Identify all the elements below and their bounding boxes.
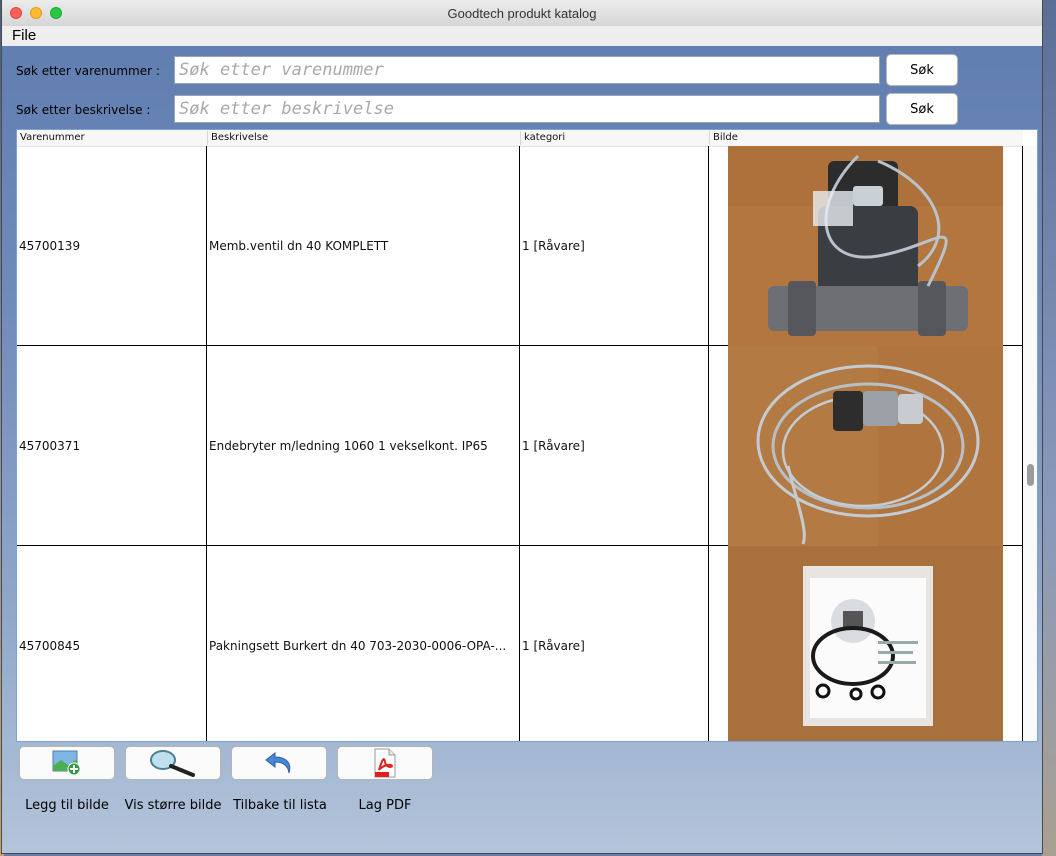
cell-bilde: [709, 146, 1023, 346]
table-body: 45700139 Memb.ventil dn 40 KOMPLETT 1 [R…: [17, 146, 1023, 741]
table-row[interactable]: 45700139 Memb.ventil dn 40 KOMPLETT 1 [R…: [17, 146, 1023, 346]
back-to-list-label: Tilbake til lista: [233, 798, 327, 813]
column-header-kategori[interactable]: kategori: [520, 131, 709, 145]
search-beskrivelse-input[interactable]: [174, 95, 880, 123]
desktop-background-right: [1042, 0, 1056, 856]
table-row[interactable]: 45700371 Endebryter m/ledning 1060 1 vek…: [17, 345, 1023, 546]
cell-kategori: 1 [Råvare]: [520, 146, 709, 346]
add-image-button[interactable]: [19, 746, 115, 780]
search-varenummer-input[interactable]: [174, 56, 880, 84]
create-pdf-label: Lag PDF: [358, 798, 412, 813]
cell-varenummer: 45700139: [17, 146, 207, 346]
column-header-beskrivelse[interactable]: Beskrivelse: [207, 131, 520, 145]
app-window: Goodtech produkt katalog File Søk etter …: [2, 0, 1042, 853]
table-header: Varenummer Beskrivelse kategori Bilde: [17, 130, 1023, 147]
cell-varenummer: 45700845: [17, 546, 207, 741]
search-varenummer-button[interactable]: Søk: [886, 54, 958, 86]
search-beskrivelse-button[interactable]: Søk: [886, 93, 958, 125]
add-image-label: Legg til bilde: [25, 798, 109, 813]
search-beskrivelse-label: Søk etter beskrivelse :: [16, 103, 151, 117]
cell-bilde: [709, 545, 1023, 741]
table-vertical-scrollbar[interactable]: [1023, 146, 1037, 741]
cell-varenummer: 45700371: [17, 346, 207, 546]
cell-bilde: [709, 345, 1023, 546]
create-pdf-button[interactable]: [337, 746, 433, 780]
cell-beskrivelse: Memb.ventil dn 40 KOMPLETT: [207, 146, 520, 346]
window-title: Goodtech produkt katalog: [447, 6, 597, 21]
cell-kategori: 1 [Råvare]: [520, 546, 709, 741]
cable-switch-photo: [728, 345, 1003, 546]
magnifier-icon: [150, 750, 195, 777]
valve-photo: [728, 146, 1003, 346]
table-row[interactable]: 45700845 Pakningsett Burkert dn 40 703-2…: [17, 545, 1023, 741]
back-to-list-button[interactable]: [231, 746, 327, 780]
scrollbar-thumb[interactable]: [1027, 464, 1034, 486]
cell-kategori: 1 [Råvare]: [520, 346, 709, 546]
menu-file[interactable]: File: [12, 27, 36, 44]
pdf-icon: [374, 748, 396, 778]
search-varenummer-label: Søk etter varenummer :: [16, 64, 160, 78]
gasket-kit-photo: [728, 545, 1003, 741]
title-bar: Goodtech produkt katalog: [2, 0, 1042, 27]
menu-bar: File: [2, 26, 1042, 46]
column-header-bilde[interactable]: Bilde: [709, 131, 1023, 145]
show-larger-image-button[interactable]: [125, 746, 221, 780]
cell-beskrivelse: Pakningsett Burkert dn 40 703-2030-0006-…: [207, 546, 520, 741]
add-image-icon: [52, 750, 81, 776]
show-larger-image-label: Vis større bilde: [124, 798, 222, 813]
product-table: Varenummer Beskrivelse kategori Bilde 45…: [16, 129, 1038, 742]
cell-beskrivelse: Endebryter m/ledning 1060 1 vekselkont. …: [207, 346, 520, 546]
undo-arrow-icon: [265, 751, 291, 774]
column-header-varenummer[interactable]: Varenummer: [17, 131, 207, 145]
